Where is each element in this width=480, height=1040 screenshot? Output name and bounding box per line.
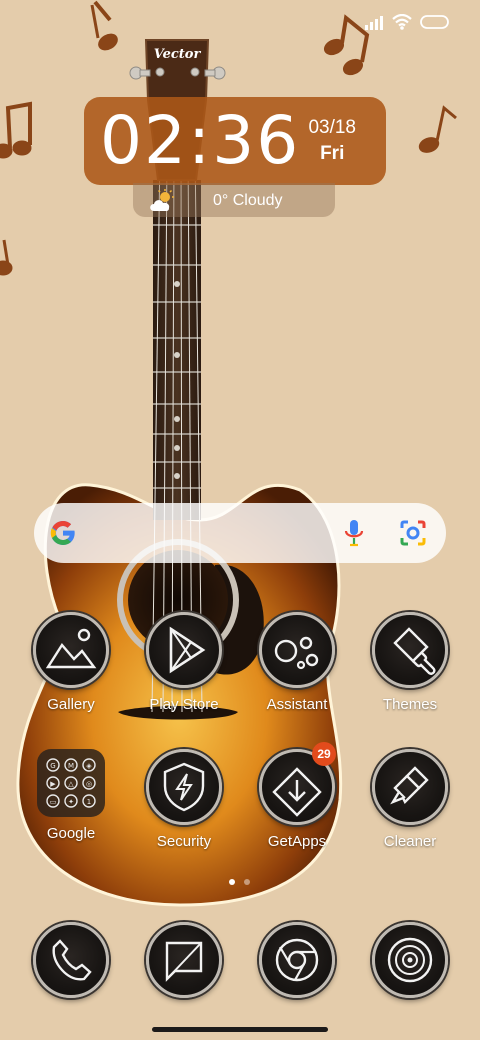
app-label: Cleaner bbox=[383, 833, 437, 850]
svg-text:✦: ✦ bbox=[68, 798, 74, 806]
google-lens-icon[interactable] bbox=[399, 519, 427, 547]
weather-text: 0° Cloudy bbox=[213, 192, 283, 209]
svg-text:▭: ▭ bbox=[50, 798, 57, 806]
phone-icon bbox=[52, 939, 92, 981]
svg-text:△: △ bbox=[68, 780, 74, 788]
guitar-brand-logo: Vector bbox=[154, 47, 202, 62]
folder-icon: G M ◈ ▶ △ ◎ ▭ ✦ 1 bbox=[37, 749, 105, 817]
page-dot bbox=[244, 879, 250, 885]
app-security[interactable]: Security bbox=[128, 749, 240, 850]
app-cleaner[interactable]: Cleaner bbox=[354, 749, 466, 850]
app-label: Play Store bbox=[149, 696, 219, 713]
app-play-store[interactable]: Play Store bbox=[128, 612, 240, 713]
gesture-home-bar[interactable] bbox=[152, 1027, 328, 1032]
svg-text:G: G bbox=[50, 762, 55, 770]
app-label: Gallery bbox=[47, 696, 95, 713]
day-text: Fri bbox=[320, 143, 345, 164]
date-text: 03/18 bbox=[308, 117, 356, 138]
svg-text:▶: ▶ bbox=[50, 780, 56, 788]
app-assistant[interactable]: Assistant bbox=[241, 612, 353, 713]
page-dot-active bbox=[229, 879, 235, 885]
app-label: Themes bbox=[382, 696, 438, 713]
page-indicator[interactable] bbox=[229, 879, 250, 885]
svg-text:1: 1 bbox=[87, 798, 91, 806]
app-label: Google bbox=[46, 825, 96, 842]
folder-mini-icons: G M ◈ ▶ △ ◎ ▭ ✦ 1 bbox=[46, 758, 96, 808]
dock-phone[interactable] bbox=[15, 922, 127, 998]
dock-messages[interactable] bbox=[128, 922, 240, 998]
play-icon bbox=[169, 626, 206, 674]
cleaner-brush-icon bbox=[390, 766, 429, 805]
brush-icon bbox=[393, 627, 436, 675]
app-label: Assistant bbox=[266, 696, 328, 713]
mountain-icon bbox=[45, 628, 97, 669]
weather-widget[interactable]: 0° Cloudy bbox=[133, 183, 335, 217]
signal-icon bbox=[365, 16, 383, 30]
app-label: GetApps bbox=[267, 833, 327, 850]
dock-camera[interactable] bbox=[354, 922, 466, 998]
clock-widget[interactable]: 02:36 03/18 Fri bbox=[84, 97, 386, 185]
google-g-icon bbox=[50, 521, 75, 545]
app-label: Security bbox=[156, 833, 212, 850]
microphone-icon[interactable] bbox=[343, 518, 365, 548]
battery-icon bbox=[420, 15, 449, 29]
svg-text:◈: ◈ bbox=[86, 762, 92, 770]
clock-date: 03/18 Fri bbox=[308, 115, 356, 167]
partly-cloudy-icon bbox=[150, 189, 174, 211]
status-bar bbox=[364, 14, 450, 30]
assistant-icon bbox=[274, 636, 319, 670]
clock-time: 02:36 bbox=[100, 102, 301, 179]
app-getapps[interactable]: 29 GetApps bbox=[241, 742, 353, 850]
messages-icon bbox=[165, 941, 203, 982]
svg-text:◎: ◎ bbox=[86, 780, 92, 788]
camera-icon bbox=[387, 937, 433, 983]
dock-chrome[interactable] bbox=[241, 922, 353, 998]
shield-bolt-icon bbox=[163, 762, 205, 812]
wifi-icon bbox=[392, 14, 412, 30]
notification-badge: 29 bbox=[312, 742, 336, 766]
svg-text:M: M bbox=[68, 762, 74, 770]
app-google-folder[interactable]: G M ◈ ▶ △ ◎ ▭ ✦ 1 Google bbox=[15, 749, 127, 842]
google-search-bar[interactable] bbox=[34, 503, 446, 563]
chrome-icon bbox=[275, 938, 319, 982]
app-themes[interactable]: Themes bbox=[354, 612, 466, 713]
app-gallery[interactable]: Gallery bbox=[15, 612, 127, 713]
